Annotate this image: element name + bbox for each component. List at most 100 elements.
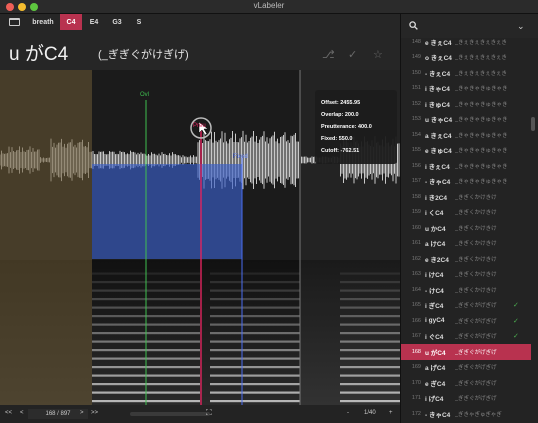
entry-alias: a きぇC4 — [425, 132, 452, 140]
entry-row[interactable]: 157 - きゃC4 _きゃきゃきゅきゃき — [401, 174, 531, 190]
scrollbar-thumb[interactable] — [531, 117, 535, 131]
last-entry-button[interactable]: >> — [91, 410, 98, 416]
entry-sample: _きぎくかけきけ — [455, 287, 497, 294]
tab-s[interactable]: S — [130, 14, 148, 30]
entry-number: 154 — [411, 131, 421, 138]
entry-counter[interactable]: 168 / 897 — [28, 409, 88, 419]
entry-row[interactable]: 156 i きぇC4 _きゃきゃきゅきゃき — [401, 158, 531, 174]
entry-row[interactable]: 161 a けC4 _きぎくかけきけ — [401, 236, 531, 252]
entry-sample: _きゃきゃきゅきゃき — [455, 117, 508, 124]
zoom-out-button[interactable]: - — [347, 410, 349, 416]
next-entry-button[interactable]: > — [80, 410, 84, 416]
star-icon[interactable]: ☆ — [373, 48, 383, 61]
entry-sample: _ぎきゃぎゅぎゃぎ — [455, 411, 502, 418]
entry-alias: i きゃC4 — [425, 86, 450, 94]
spectrogram-band — [150, 357, 200, 360]
navigation-bar: << < 168 / 897 > >> ⛶ - 1/40 + — [0, 405, 400, 423]
spectrogram-band — [210, 315, 300, 318]
entry-list-scrollbar[interactable] — [531, 42, 535, 422]
entry-row[interactable]: 164 - けC4 _きぎくかけきけ — [401, 282, 531, 298]
fit-screen-icon[interactable]: ⛶ — [206, 408, 212, 418]
offset-region — [0, 70, 92, 405]
entry-alias: - けC4 — [425, 287, 444, 295]
entry-row[interactable]: 155 e きゅC4 _きゃきゃきゅきゃき — [401, 143, 531, 159]
entry-row[interactable]: 153 u きゃC4 _きゃきゃきゅきゃき — [401, 112, 531, 128]
entry-row[interactable]: 148 e きぇC4 _きぇきぇきぇきぇき — [401, 38, 531, 50]
tab-c4[interactable]: C4 — [60, 14, 82, 30]
preu-label: Preu — [193, 123, 206, 129]
spectrogram-band — [210, 400, 300, 403]
entry-row[interactable]: 162 e き2C4 _きぎくかけきけ — [401, 251, 531, 267]
entry-number: 158 — [411, 193, 421, 200]
entry-alias[interactable]: u がC4 — [9, 39, 68, 66]
check-icon[interactable]: ✓ — [348, 48, 357, 61]
parameter-tooltip: Offset: 2455.95 Overlap: 200.0 Preuttera… — [315, 90, 397, 164]
spectrogram-band — [92, 391, 150, 394]
tab-breath[interactable]: breath — [28, 14, 58, 30]
entry-number: 157 — [411, 178, 421, 185]
entry-row[interactable]: 158 i き2C4 _きぎくかけきけ — [401, 189, 531, 205]
spectrogram-band — [150, 400, 200, 403]
entry-sample: _きゃきゃきゅきゃき — [455, 86, 508, 93]
entry-number: 153 — [411, 116, 421, 123]
preutterance-value: Preutterance: 400.0 — [321, 124, 372, 130]
spectrogram-band — [210, 349, 300, 352]
entry-row[interactable]: 163 i けC4 _きぎくかけきけ — [401, 267, 531, 283]
first-entry-button[interactable]: << — [5, 410, 12, 416]
prev-entry-button[interactable]: < — [20, 410, 24, 416]
title-bar: vLabeler — [0, 0, 538, 14]
spectrogram-band — [92, 357, 150, 360]
entry-row[interactable]: 172 - きゃC4 _ぎきゃぎゅぎゃぎ — [401, 406, 531, 422]
entry-alias: u がC4 — [425, 349, 446, 357]
entry-sample: _きゃきゃきゅきゃき — [455, 132, 508, 139]
spectrogram-band — [150, 340, 200, 343]
canvas-scrollbar[interactable] — [130, 412, 210, 416]
entry-alias: e ぎC4 — [425, 380, 446, 388]
fork-icon[interactable]: ⎇ — [322, 48, 335, 61]
spectrogram-band — [92, 306, 150, 309]
window-title: vLabeler — [253, 1, 285, 10]
entry-row[interactable]: 151 i きゃC4 _きゃきゃきゅきゃき — [401, 81, 531, 97]
entry-number: 172 — [411, 410, 421, 417]
entry-row[interactable]: 152 i きゅC4 _きゃきゃきゅきゃき — [401, 96, 531, 112]
entry-row[interactable]: 160 u かC4 _きぎくかけきけ — [401, 220, 531, 236]
entry-row[interactable]: 171 i げC4 _ぎぎぐがげぎげ — [401, 391, 531, 407]
entry-alias: a げC4 — [425, 365, 446, 373]
entry-number: 170 — [411, 379, 421, 386]
entry-row[interactable]: 165 i ぎC4 _ぎぎぐがげぎげ ✓ — [401, 298, 531, 314]
overlap-region — [92, 164, 242, 259]
tab-g3[interactable]: G3 — [106, 14, 128, 30]
entry-row[interactable]: 166 i gyC4 _ぎぎぐがげぎげ ✓ — [401, 313, 531, 329]
entry-alias: e きゅC4 — [425, 148, 452, 156]
entry-sample: _ぎぎぐがげぎげ — [455, 349, 497, 356]
entry-sample: _ぎぎぐがげぎげ — [455, 396, 497, 403]
entry-sample: _きぇきぇきぇきぇき — [455, 39, 507, 46]
entry-row[interactable]: 168 u がC4 _ぎぎぐがげぎげ — [401, 344, 531, 360]
tab-e4[interactable]: E4 — [84, 14, 104, 30]
entry-alias: - きゃC4 — [425, 411, 451, 419]
entry-alias: i げC4 — [425, 396, 444, 404]
spectrogram-band — [210, 298, 300, 301]
spectrogram-band — [210, 340, 300, 343]
entry-number: 169 — [411, 364, 421, 371]
entry-row[interactable]: 154 a きぇC4 _きゃきゃきゅきゃき — [401, 127, 531, 143]
search-icon[interactable] — [409, 21, 418, 30]
entry-row[interactable]: 169 a げC4 _ぎぎぐがげぎげ — [401, 360, 531, 376]
chevron-down-icon[interactable]: ⌄ — [517, 21, 525, 32]
entry-alias: i きゅC4 — [425, 101, 450, 109]
spectrogram-band — [210, 374, 300, 377]
open-folder-button[interactable] — [4, 16, 24, 28]
entry-list[interactable]: 148 e きぇC4 _きぇきぇきぇきぇき 149 o きぇC4 _きぇきぇきぇきぇき 15… — [401, 38, 538, 423]
entry-row[interactable]: 167 i ぐC4 _ぎぎぐがげぎげ ✓ — [401, 329, 531, 345]
spectrogram-band — [210, 289, 300, 292]
entry-row[interactable]: 159 i くC4 _きぎくかけきけ — [401, 205, 531, 221]
spectrogram-band — [150, 298, 200, 301]
entry-row[interactable]: 149 o きぇC4 _きぇきぇきぇきぇき — [401, 50, 531, 66]
entry-row[interactable]: 150 - きぇC4 _きぇきぇきぇきぇき — [401, 65, 531, 81]
entry-search-bar[interactable]: ⌄ — [401, 14, 538, 38]
zoom-in-button[interactable]: + — [389, 410, 393, 416]
spectrogram-band — [92, 349, 150, 352]
entry-row[interactable]: 170 e ぎC4 _ぎぎぐがげぎげ — [401, 375, 531, 391]
entry-sample: _きゃきゃきゅきゃき — [455, 163, 508, 170]
entry-number: 149 — [411, 54, 421, 61]
